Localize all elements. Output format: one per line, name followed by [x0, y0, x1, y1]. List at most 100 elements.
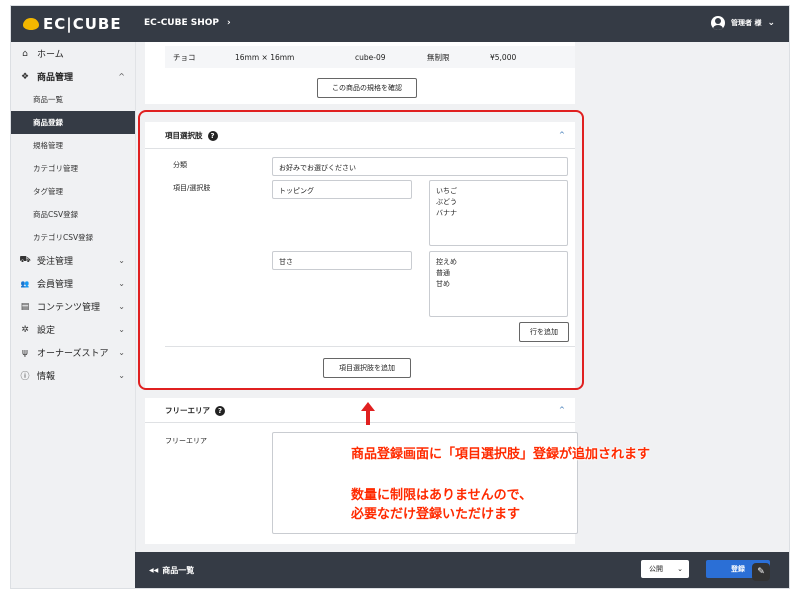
- option-choices-textarea[interactable]: 控えめ 普通 甘め: [429, 251, 568, 317]
- logo-mark-icon: [23, 18, 39, 30]
- sidebar-sub-class-manage[interactable]: 規格管理: [11, 134, 135, 157]
- sidebar-sub-category-manage[interactable]: カテゴリ管理: [11, 157, 135, 180]
- sidebar-item-orders[interactable]: ⛟ 受注管理 ⌄: [11, 249, 135, 272]
- sidebar-item-label: オーナーズストア: [37, 349, 109, 359]
- sidebar-item-label: コンテンツ管理: [37, 303, 101, 313]
- sidebar-item-members[interactable]: 👥 会員管理 ⌄: [11, 272, 135, 295]
- arrow-head: [361, 402, 375, 411]
- free-area-section-title: フリーエリア ?: [165, 405, 225, 416]
- sidebar-item-label: 設定: [37, 326, 56, 336]
- sidebar-item-label: ホーム: [37, 50, 64, 60]
- arrow-shaft: [366, 411, 370, 425]
- back-to-list-link[interactable]: ◀◀ 商品一覧: [149, 565, 194, 576]
- sidebar-item-label: 受注管理: [37, 257, 74, 267]
- user-menu[interactable]: 管理者 様 ⌄: [711, 16, 775, 30]
- top-header: EC|CUBE EC-CUBE SHOP › 管理者 様 ⌄: [11, 6, 789, 42]
- choice-text: ぶどう: [436, 198, 457, 206]
- back-label: 商品一覧: [162, 566, 195, 575]
- status-value: 公開: [649, 565, 663, 573]
- spec-card: チョコ 16mm × 16mm cube-09 無制限 ¥5,000 この商品の…: [145, 42, 575, 104]
- status-select[interactable]: 公開 ⌄: [641, 560, 689, 578]
- option-card: 項目選択肢 ? ^ 分類 お好みでお選びください 項目/選択肢 トッピング いち…: [145, 122, 575, 388]
- spec-name: チョコ: [173, 52, 196, 62]
- category-input[interactable]: お好みでお選びください: [272, 157, 568, 176]
- sidebar-item-products[interactable]: ❖ 商品管理 ^: [11, 65, 135, 88]
- info-icon: ⓘ: [20, 372, 30, 382]
- spec-price: ¥5,000: [490, 52, 517, 62]
- shop-name: EC-CUBE SHOP: [144, 18, 220, 28]
- chevron-down-icon: ⌄: [677, 565, 683, 573]
- shop-link[interactable]: EC-CUBE SHOP ›: [144, 18, 231, 28]
- chevron-down-icon: ⌄: [118, 371, 125, 380]
- sidebar-item-settings[interactable]: ✲ 設定 ⌄: [11, 318, 135, 341]
- section-divider: [145, 422, 575, 423]
- chevron-right-icon: ›: [227, 18, 231, 28]
- sidebar-item-home[interactable]: ⌂ ホーム: [11, 42, 135, 65]
- user-avatar-icon: [711, 16, 726, 30]
- add-option-button[interactable]: 項目選択肢を追加: [323, 358, 411, 378]
- free-area-label: フリーエリア: [165, 437, 207, 445]
- category-label: 分類: [173, 161, 187, 169]
- users-icon: 👥: [20, 279, 30, 288]
- sidebar-item-label: 会員管理: [37, 280, 74, 290]
- sidebar-item-label: 商品管理: [37, 73, 74, 83]
- chevron-down-icon: ⌄: [118, 302, 125, 311]
- logo-text: EC|CUBE: [43, 15, 122, 33]
- annotation-line-2: 数量に制限はありませんので、: [351, 488, 533, 503]
- chevron-down-icon: ⌄: [118, 348, 125, 357]
- chevron-up-icon: ^: [118, 72, 125, 81]
- sidebar-sub-product-list[interactable]: 商品一覧: [11, 88, 135, 111]
- collapse-up-icon[interactable]: ^: [559, 131, 565, 139]
- add-row-button[interactable]: 行を追加: [519, 322, 569, 342]
- help-icon[interactable]: ?: [215, 405, 225, 416]
- double-chevron-left-icon: ◀◀: [149, 567, 159, 574]
- chevron-down-icon: ⌄: [767, 18, 775, 28]
- items-label: 項目/選択肢: [173, 184, 211, 192]
- plug-icon: ψ: [22, 347, 28, 358]
- free-area-card: フリーエリア ? ^ フリーエリア: [145, 398, 578, 544]
- annotation-line-3: 必要なだけ登録いただけます: [351, 507, 521, 522]
- cart-icon: ⛟: [19, 255, 31, 265]
- choice-text: いちご: [436, 187, 457, 195]
- confirm-spec-button[interactable]: この商品の規格を確認: [317, 78, 417, 98]
- table-row: チョコ 16mm × 16mm cube-09 無制限 ¥5,000: [165, 46, 575, 68]
- choice-text: 普通: [436, 269, 450, 277]
- home-icon: ⌂: [22, 48, 28, 59]
- sidebar-sub-category-csv[interactable]: カテゴリCSV登録: [11, 226, 135, 249]
- option-title: 項目選択肢: [165, 131, 203, 140]
- sidebar-sub-product-register[interactable]: 商品登録: [11, 111, 135, 134]
- spec-stock: 無制限: [427, 52, 450, 62]
- sidebar-sub-product-csv[interactable]: 商品CSV登録: [11, 203, 135, 226]
- choice-text: 控えめ: [436, 258, 457, 266]
- section-divider: [145, 148, 575, 149]
- main-content: チョコ 16mm × 16mm cube-09 無制限 ¥5,000 この商品の…: [135, 42, 789, 552]
- sidebar-sub-tag-manage[interactable]: タグ管理: [11, 180, 135, 203]
- free-area-title: フリーエリア: [165, 406, 210, 415]
- chevron-down-icon: ⌄: [118, 279, 125, 288]
- box-icon: ❖: [20, 71, 30, 82]
- choice-text: バナナ: [436, 209, 457, 217]
- option-name-input[interactable]: 甘さ: [272, 251, 412, 270]
- bottom-action-bar: ◀◀ 商品一覧 公開 ⌄ 登録: [135, 552, 789, 588]
- option-section-title: 項目選択肢 ?: [165, 130, 218, 141]
- section-divider: [165, 346, 575, 347]
- choice-text: 甘め: [436, 280, 450, 288]
- spec-size: 16mm × 16mm: [235, 52, 295, 62]
- sidebar: ⌂ ホーム ❖ 商品管理 ^ 商品一覧 商品登録 規格管理 カテゴリ管理 タグ管…: [11, 42, 136, 588]
- gear-icon: ✲: [21, 324, 29, 335]
- option-name-input[interactable]: トッピング: [272, 180, 412, 199]
- collapse-up-icon[interactable]: ^: [559, 406, 565, 414]
- arrow-up-icon: [361, 402, 375, 426]
- sidebar-item-contents[interactable]: ▤ コンテンツ管理 ⌄: [11, 295, 135, 318]
- chevron-down-icon: ⌄: [118, 325, 125, 334]
- option-choices-textarea[interactable]: いちご ぶどう バナナ: [429, 180, 568, 246]
- sidebar-item-info[interactable]: ⓘ 情報 ⌄: [11, 364, 135, 387]
- user-name: 管理者 様: [731, 19, 762, 27]
- tool-logo-icon[interactable]: ✎: [752, 563, 770, 581]
- file-icon: ▤: [20, 301, 30, 312]
- spec-code: cube-09: [355, 52, 386, 62]
- sidebar-item-label: 情報: [37, 372, 56, 382]
- sidebar-item-owners-store[interactable]: ψ オーナーズストア ⌄: [11, 341, 135, 364]
- ec-cube-logo[interactable]: EC|CUBE: [23, 15, 122, 33]
- help-icon[interactable]: ?: [207, 130, 218, 141]
